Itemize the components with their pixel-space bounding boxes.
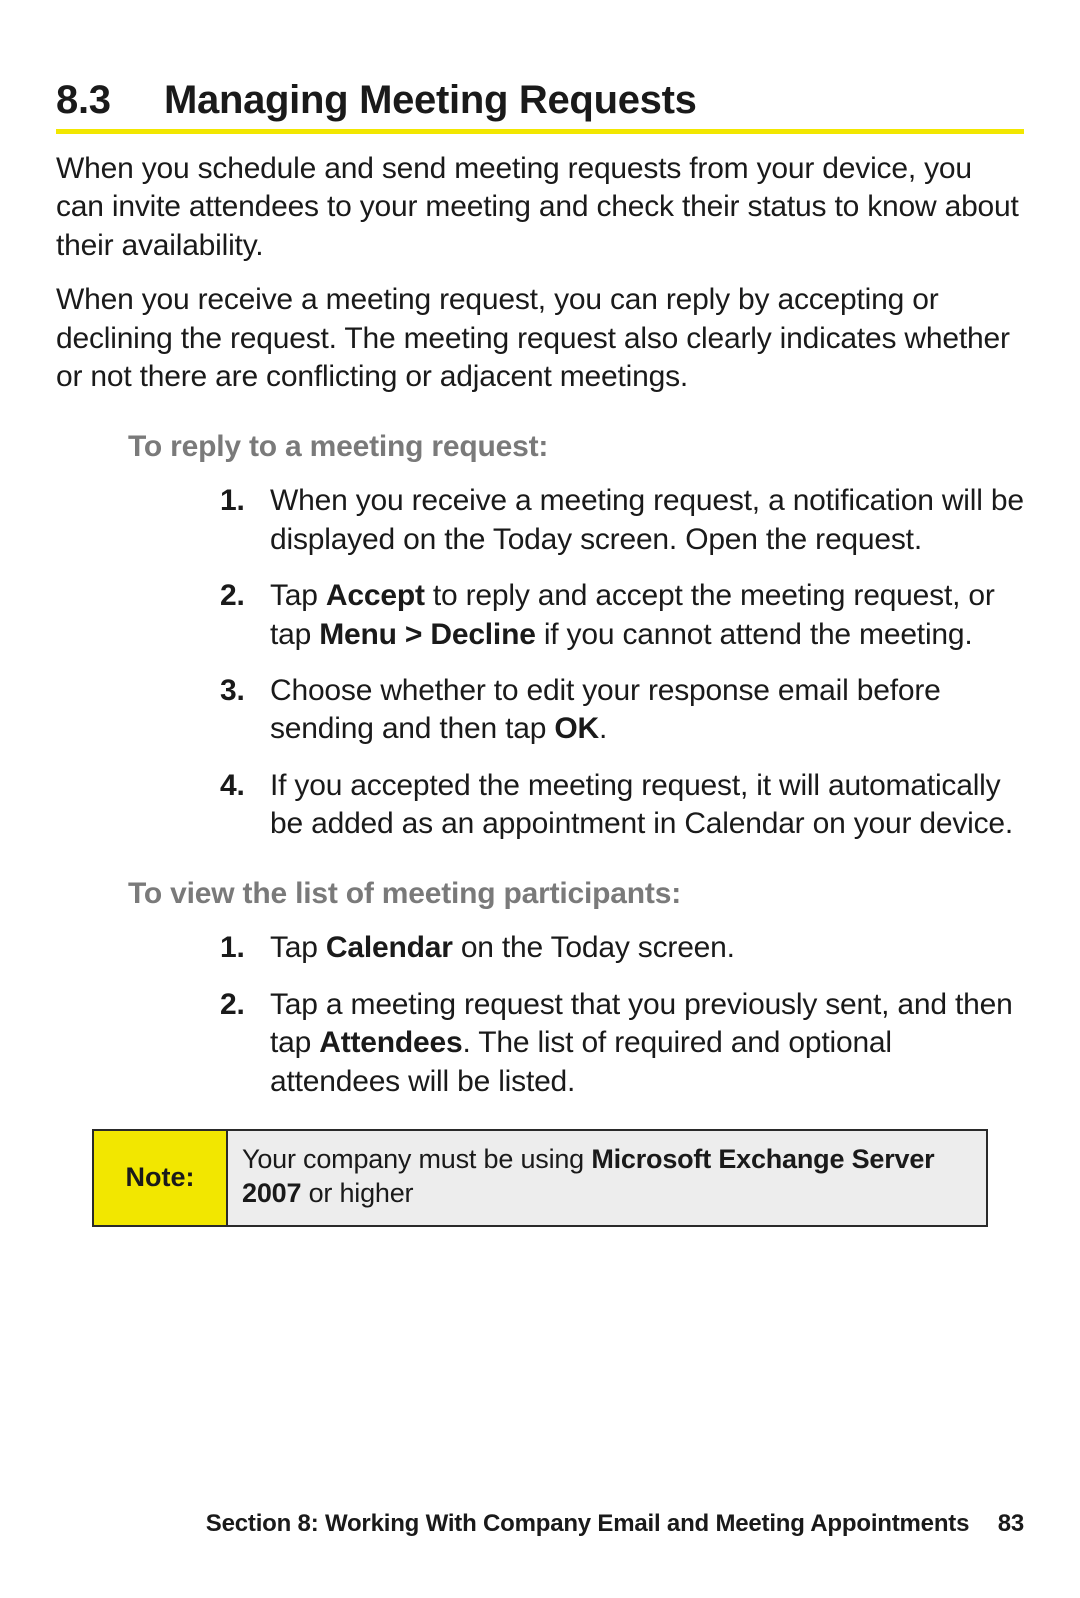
list-item: 1.When you receive a meeting request, a … — [220, 482, 1024, 559]
note-content: Your company must be using Microsoft Exc… — [228, 1131, 986, 1225]
subhead-participants: To view the list of meeting participants… — [128, 877, 1024, 911]
list-item: 2.Tap a meeting request that you previou… — [220, 986, 1024, 1101]
page-footer: Section 8: Working With Company Email an… — [206, 1510, 1024, 1538]
list-item: 3.Choose whether to edit your response e… — [220, 672, 1024, 749]
steps-reply: 1.When you receive a meeting request, a … — [56, 482, 1024, 843]
list-marker: 4. — [220, 767, 245, 805]
list-marker: 1. — [220, 929, 245, 967]
intro-para-2: When you receive a meeting request, you … — [56, 281, 1024, 396]
list-item: 1.Tap Calendar on the Today screen. — [220, 929, 1024, 967]
subhead-reply: To reply to a meeting request: — [128, 430, 1024, 464]
intro-para-1: When you schedule and send meeting reque… — [56, 150, 1024, 265]
list-marker: 3. — [220, 672, 245, 710]
note-box: Note: Your company must be using Microso… — [92, 1129, 988, 1227]
footer-page-number: 83 — [998, 1510, 1024, 1537]
list-item: 4.If you accepted the meeting request, i… — [220, 767, 1024, 844]
note-label: Note: — [94, 1131, 228, 1225]
list-marker: 2. — [220, 577, 245, 615]
steps-participants: 1.Tap Calendar on the Today screen. 2.Tap… — [56, 929, 1024, 1101]
section-heading: 8.3Managing Meeting Requests — [56, 78, 1024, 134]
list-item: 2.Tap Accept to reply and accept the mee… — [220, 577, 1024, 654]
list-marker: 2. — [220, 986, 245, 1024]
section-number: 8.3 — [56, 78, 164, 123]
section-title: Managing Meeting Requests — [164, 78, 697, 122]
list-marker: 1. — [220, 482, 245, 520]
footer-section-label: Section 8: Working With Company Email an… — [206, 1510, 969, 1537]
